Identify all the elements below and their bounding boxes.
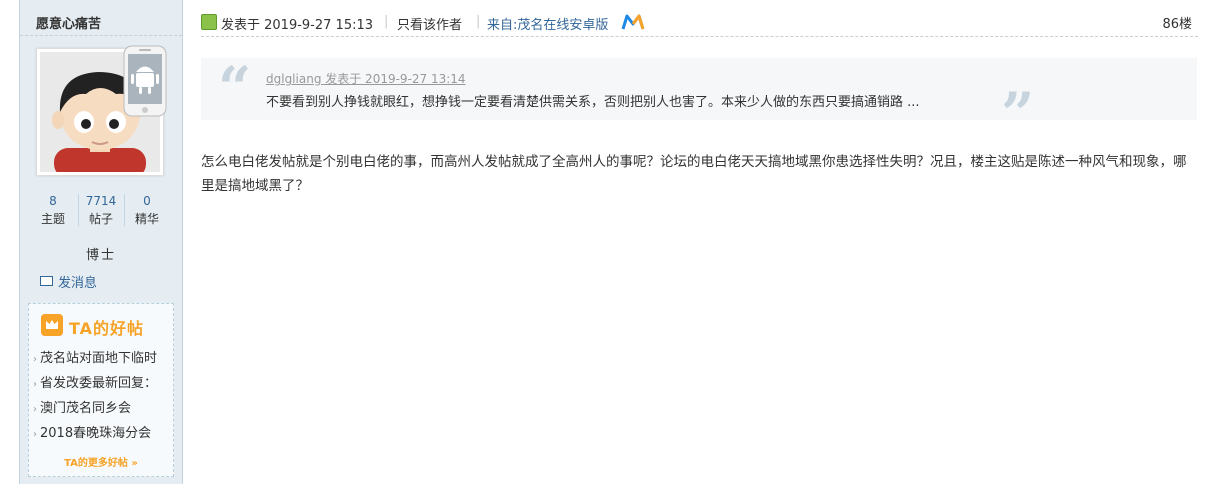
author-online-icon [201,14,217,30]
post-info-bar: 发表于 2019-9-27 15:13 | 只看该作者 | 来自:茂名在线安卓版… [201,6,1198,37]
author-sidebar: 愿意心痛苦 8 主题 7714 帖子 0 精华 博士 发消息 TA的好帖 › 茂… [19,0,183,484]
stat-threads-label: 主题 [40,212,65,226]
send-message-link[interactable]: 发消息 [40,272,97,291]
chevron-right-icon: › [33,429,37,440]
mobile-app-icon[interactable] [621,13,647,31]
stat-posts-label: 帖子 [88,212,113,226]
quote-text: 不要看到别人挣钱就眼红，想挣钱一定要看清楚供需关系，否则把别人也害了。本来少人做… [266,95,920,110]
list-item-label: 省发改委最新回复： [40,376,158,391]
chevron-right-icon: › [33,404,37,415]
stat-threads[interactable]: 8 主题 [30,192,76,228]
mail-icon [40,276,53,286]
stat-digest-value: 0 [143,194,151,208]
list-item-label: 2018春晚珠海分会 [40,426,152,441]
list-item[interactable]: › 茂名站对面地下临时 [33,346,173,371]
open-quote-icon: “ [218,54,252,122]
android-icon [123,45,167,117]
divider [20,35,182,36]
chevron-right-icon: › [33,354,37,365]
separator: | [476,14,481,29]
stat-digest[interactable]: 0 精华 [124,192,170,228]
list-item[interactable]: › 省发改委最新回复： [33,371,173,396]
close-quote-icon: ” [1001,80,1035,148]
source-link[interactable]: 来自:茂名在线安卓版 [487,14,608,33]
author-stats: 8 主题 7714 帖子 0 精华 [30,192,172,228]
stat-posts-value: 7714 [85,194,117,208]
chevron-right-icon: › [33,379,37,390]
send-message-label: 发消息 [58,276,98,291]
author-rank: 博士 [85,248,116,263]
good-posts-box: TA的好帖 › 茂名站对面地下临时 › 省发改委最新回复： › 澳门茂名同乡会 › 20… [28,303,174,477]
more-good-posts-link[interactable]: TA的更多好帖 » [29,454,173,469]
crown-icon [41,314,63,336]
list-item[interactable]: › 澳门茂名同乡会 [33,396,173,421]
list-item-label: 澳门茂名同乡会 [40,401,132,416]
post-time: 发表于 2019-9-27 15:13 [221,18,374,33]
stat-threads-value: 8 [49,194,57,208]
quote-block: “ dglgliang 发表于 2019-9-27 13:14 不要看到别人挣钱… [201,54,1197,148]
quote-author-link[interactable]: dglgliang 发表于 2019-9-27 13:14 [266,70,466,87]
stat-posts[interactable]: 7714 帖子 [78,192,124,228]
floor-number[interactable]: 86楼 [1162,13,1192,32]
separator: | [384,14,389,29]
post-body: 怎么电白佬发帖就是个别电白佬的事，而高州人发帖就成了全高州人的事呢？论坛的电白佬… [201,154,1187,194]
list-item-label: 茂名站对面地下临时 [40,351,158,366]
good-posts-title: TA的好帖 [69,319,145,338]
only-author-link[interactable]: 只看该作者 [397,14,462,33]
stat-digest-label: 精华 [134,212,159,226]
list-item[interactable]: › 2018春晚珠海分会 [33,421,173,446]
author-name[interactable]: 愿意心痛苦 [36,13,101,32]
good-posts-list: › 茂名站对面地下临时 › 省发改委最新回复： › 澳门茂名同乡会 › 2018春晚珠海… [33,346,173,446]
